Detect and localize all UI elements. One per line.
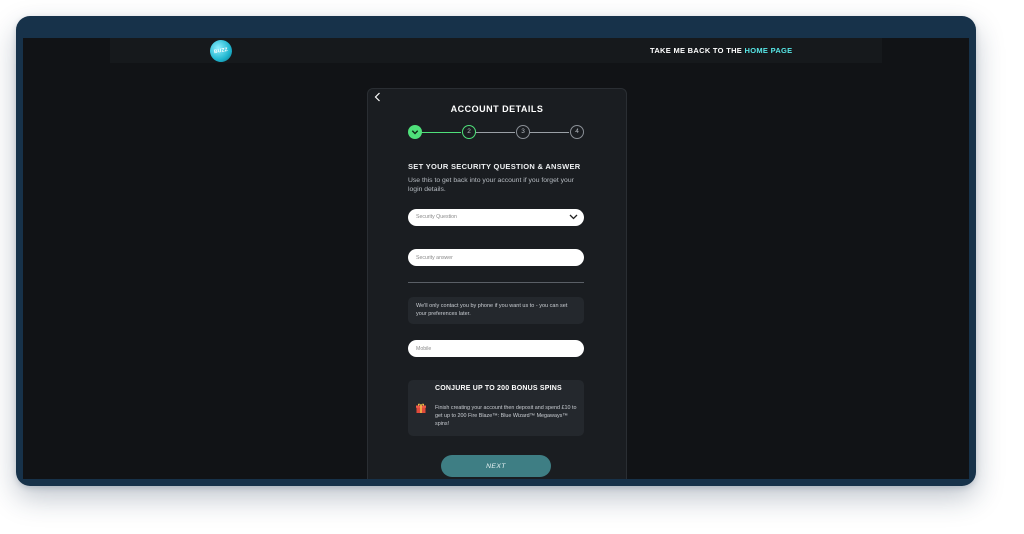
security-question-select[interactable]: Security Question xyxy=(408,209,584,226)
home-page-link-text[interactable]: HOME PAGE xyxy=(744,46,792,55)
gift-icon xyxy=(416,403,426,413)
section-heading: SET YOUR SECURITY QUESTION & ANSWER xyxy=(408,162,581,171)
app-screen: BUZZ TAKE ME BACK TO THE HOME PAGE ACCOU… xyxy=(23,38,969,479)
bonus-spins-promo: CONJURE UP TO 200 BONUS SPINS Finish cre… xyxy=(408,380,584,436)
security-question-placeholder: Security Question xyxy=(416,214,457,220)
site-logo[interactable]: BUZZ xyxy=(208,38,234,64)
chevron-down-icon xyxy=(569,214,578,220)
registration-card: ACCOUNT DETAILS 2 3 4 SET YOUR SECURITY … xyxy=(367,88,627,479)
security-answer-input[interactable] xyxy=(408,249,584,266)
step-connector-2 xyxy=(475,132,515,133)
step-connector-1 xyxy=(421,132,461,133)
form-divider xyxy=(408,282,584,283)
step-4: 4 xyxy=(570,125,584,139)
back-chevron-icon[interactable] xyxy=(372,91,384,103)
device-frame: BUZZ TAKE ME BACK TO THE HOME PAGE ACCOU… xyxy=(16,16,976,486)
top-bar: BUZZ TAKE ME BACK TO THE HOME PAGE xyxy=(110,38,882,64)
step-progress: 2 3 4 xyxy=(408,125,586,141)
back-link-prefix: TAKE ME BACK TO THE xyxy=(650,46,745,55)
step-1-complete xyxy=(408,125,422,139)
next-button[interactable]: NEXT xyxy=(441,455,551,477)
check-icon xyxy=(411,130,419,135)
step-connector-3 xyxy=(529,132,569,133)
promo-title: CONJURE UP TO 200 BONUS SPINS xyxy=(435,385,562,392)
mobile-input[interactable] xyxy=(408,340,584,357)
contact-info-note: We'll only contact you by phone if you w… xyxy=(408,297,584,324)
step-2: 2 xyxy=(462,125,476,139)
promo-text: Finish creating your account then deposi… xyxy=(435,405,577,427)
section-description: Use this to get back into your account i… xyxy=(408,177,574,193)
page-title: ACCOUNT DETAILS xyxy=(450,104,544,114)
step-3: 3 xyxy=(516,125,530,139)
back-to-home-link[interactable]: TAKE ME BACK TO THE HOME PAGE xyxy=(650,46,792,55)
